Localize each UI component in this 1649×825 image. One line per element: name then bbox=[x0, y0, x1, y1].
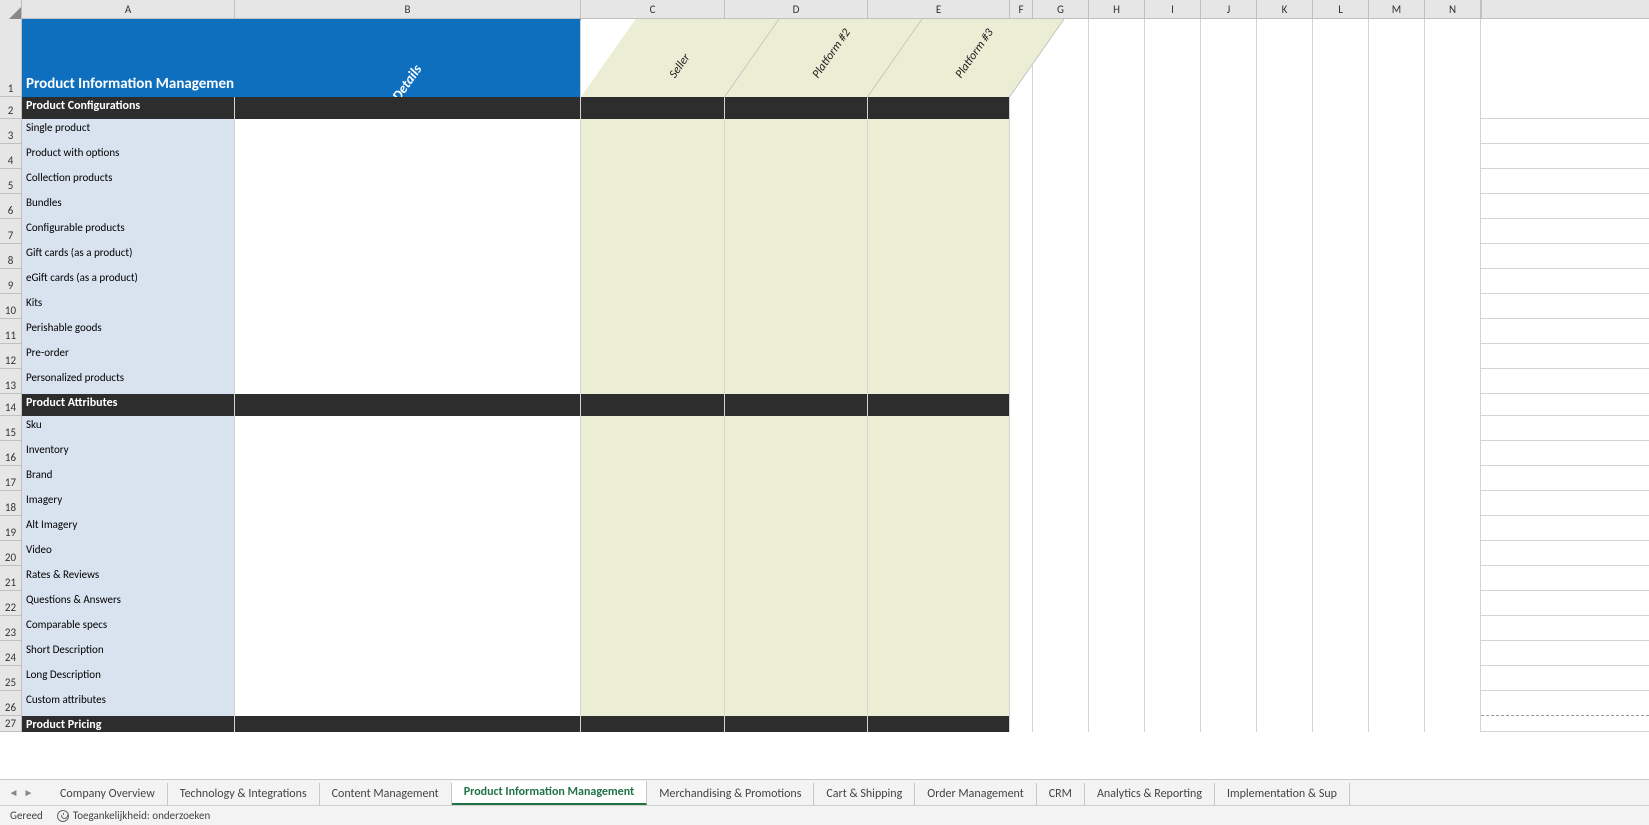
col-head-C[interactable]: C bbox=[581, 0, 725, 18]
row-head-10[interactable]: 10 bbox=[0, 294, 22, 319]
cell-label[interactable]: Short Description bbox=[22, 641, 235, 666]
cell-label[interactable]: Personalized products bbox=[22, 369, 235, 394]
row-head-1[interactable]: 1 bbox=[0, 19, 22, 97]
col-head-B[interactable]: B bbox=[235, 0, 581, 18]
row-head-17[interactable]: 17 bbox=[0, 466, 22, 491]
row-head-22[interactable]: 22 bbox=[0, 591, 22, 616]
cell-label[interactable]: Imagery bbox=[22, 491, 235, 516]
col-head-K[interactable]: K bbox=[1257, 0, 1313, 18]
row-head-19[interactable]: 19 bbox=[0, 516, 22, 541]
sheet-tab[interactable]: Implementation & Sup bbox=[1215, 783, 1350, 805]
platform-header-0[interactable]: Seller bbox=[667, 51, 694, 81]
row-head-9[interactable]: 9 bbox=[0, 269, 22, 294]
row-head-24[interactable]: 24 bbox=[0, 641, 22, 666]
row-headers: 1234567891011121314151617181920212223242… bbox=[0, 19, 22, 732]
row-head-6[interactable]: 6 bbox=[0, 194, 22, 219]
col-head-G[interactable]: G bbox=[1033, 0, 1089, 18]
row-head-11[interactable]: 11 bbox=[0, 319, 22, 344]
row-head-7[interactable]: 7 bbox=[0, 219, 22, 244]
cell-label[interactable]: Configurable products bbox=[22, 219, 235, 244]
cell-label[interactable]: Bundles bbox=[22, 194, 235, 219]
cell-label[interactable]: Sku bbox=[22, 416, 235, 441]
row-head-23[interactable]: 23 bbox=[0, 616, 22, 641]
row-head-27[interactable]: 27 bbox=[0, 716, 22, 732]
cell-label[interactable]: Custom attributes bbox=[22, 691, 235, 716]
status-accessibility[interactable]: Toegankelijkheid: onderzoeken bbox=[57, 809, 210, 822]
row-head-8[interactable]: 8 bbox=[0, 244, 22, 269]
sheet-tab[interactable]: Company Overview bbox=[48, 783, 168, 805]
col-head-N[interactable]: N bbox=[1425, 0, 1481, 18]
col-head-L[interactable]: L bbox=[1313, 0, 1369, 18]
accessibility-icon bbox=[57, 810, 69, 822]
platform-header-2[interactable]: Platform #3 bbox=[952, 26, 996, 81]
row-head-5[interactable]: 5 bbox=[0, 169, 22, 194]
cell-label[interactable]: Product Configurations bbox=[22, 97, 235, 119]
cell-label[interactable]: Video bbox=[22, 541, 235, 566]
cell-label[interactable]: Pre-order bbox=[22, 344, 235, 369]
col-head-A[interactable]: A bbox=[22, 0, 235, 18]
cell-label[interactable]: Alt Imagery bbox=[22, 516, 235, 541]
cell-label[interactable]: Rates & Reviews bbox=[22, 566, 235, 591]
row-head-21[interactable]: 21 bbox=[0, 566, 22, 591]
status-bar: Gereed Toegankelijkheid: onderzoeken bbox=[0, 805, 1649, 825]
col-head-I[interactable]: I bbox=[1145, 0, 1201, 18]
cell-label[interactable]: Product Pricing bbox=[22, 716, 235, 732]
col-head-J[interactable]: J bbox=[1201, 0, 1257, 18]
select-all-corner[interactable] bbox=[0, 0, 22, 19]
row-head-13[interactable]: 13 bbox=[0, 369, 22, 394]
status-ready: Gereed bbox=[10, 809, 43, 822]
cell-label[interactable]: Brand bbox=[22, 466, 235, 491]
cell-label[interactable]: Gift cards (as a product) bbox=[22, 244, 235, 269]
cell-label[interactable]: Questions & Answers bbox=[22, 591, 235, 616]
platform-header-1[interactable]: Platform #2 bbox=[810, 26, 854, 81]
sheet-tab[interactable]: Product Information Management bbox=[452, 781, 648, 805]
row-head-14[interactable]: 14 bbox=[0, 394, 22, 416]
cell-label[interactable]: Comparable specs bbox=[22, 616, 235, 641]
col-head-D[interactable]: D bbox=[725, 0, 868, 18]
cell-label[interactable]: Collection products bbox=[22, 169, 235, 194]
cell-label[interactable]: eGift cards (as a product) bbox=[22, 269, 235, 294]
sheet-tab[interactable]: Merchandising & Promotions bbox=[647, 783, 814, 805]
sheet-tab[interactable]: Technology & Integrations bbox=[168, 783, 320, 805]
cell-label[interactable]: Perishable goods bbox=[22, 319, 235, 344]
cell-label[interactable]: Product with options bbox=[22, 144, 235, 169]
cell-label[interactable]: Single product bbox=[22, 119, 235, 144]
cell-label[interactable]: Long Description bbox=[22, 666, 235, 691]
sheet-tab[interactable]: Cart & Shipping bbox=[814, 783, 915, 805]
tab-nav-next[interactable]: ► bbox=[21, 784, 36, 802]
row-head-4[interactable]: 4 bbox=[0, 144, 22, 169]
row-head-2[interactable]: 2 bbox=[0, 97, 22, 119]
cell-label[interactable]: Inventory bbox=[22, 441, 235, 466]
cell-label[interactable]: Kits bbox=[22, 294, 235, 319]
col-head-M[interactable]: M bbox=[1369, 0, 1425, 18]
row-head-12[interactable]: 12 bbox=[0, 344, 22, 369]
row-head-3[interactable]: 3 bbox=[0, 119, 22, 144]
row-head-18[interactable]: 18 bbox=[0, 491, 22, 516]
sheet-tab[interactable]: CRM bbox=[1037, 783, 1085, 805]
sheet-tab[interactable]: Content Management bbox=[320, 783, 452, 805]
header-row: Product Information ManagementDetailsSel… bbox=[22, 19, 1649, 97]
row-head-20[interactable]: 20 bbox=[0, 541, 22, 566]
sheet-tab[interactable]: Order Management bbox=[915, 783, 1037, 805]
sheet-tab-strip: ◄ ► Company OverviewTechnology & Integra… bbox=[0, 779, 1649, 805]
row-head-15[interactable]: 15 bbox=[0, 416, 22, 441]
col-head-H[interactable]: H bbox=[1089, 0, 1145, 18]
cell-label[interactable]: Product Attributes bbox=[22, 394, 235, 416]
col-head-F[interactable]: F bbox=[1010, 0, 1033, 18]
col-head-E[interactable]: E bbox=[868, 0, 1010, 18]
page-title[interactable]: Product Information Management bbox=[22, 19, 235, 97]
row-head-16[interactable]: 16 bbox=[0, 441, 22, 466]
row-head-25[interactable]: 25 bbox=[0, 666, 22, 691]
tab-nav-prev[interactable]: ◄ bbox=[6, 784, 21, 802]
sheet-tab[interactable]: Analytics & Reporting bbox=[1085, 783, 1215, 805]
row-head-26[interactable]: 26 bbox=[0, 691, 22, 716]
column-headers: ABCDEFGHIJKLMN bbox=[0, 0, 1649, 19]
